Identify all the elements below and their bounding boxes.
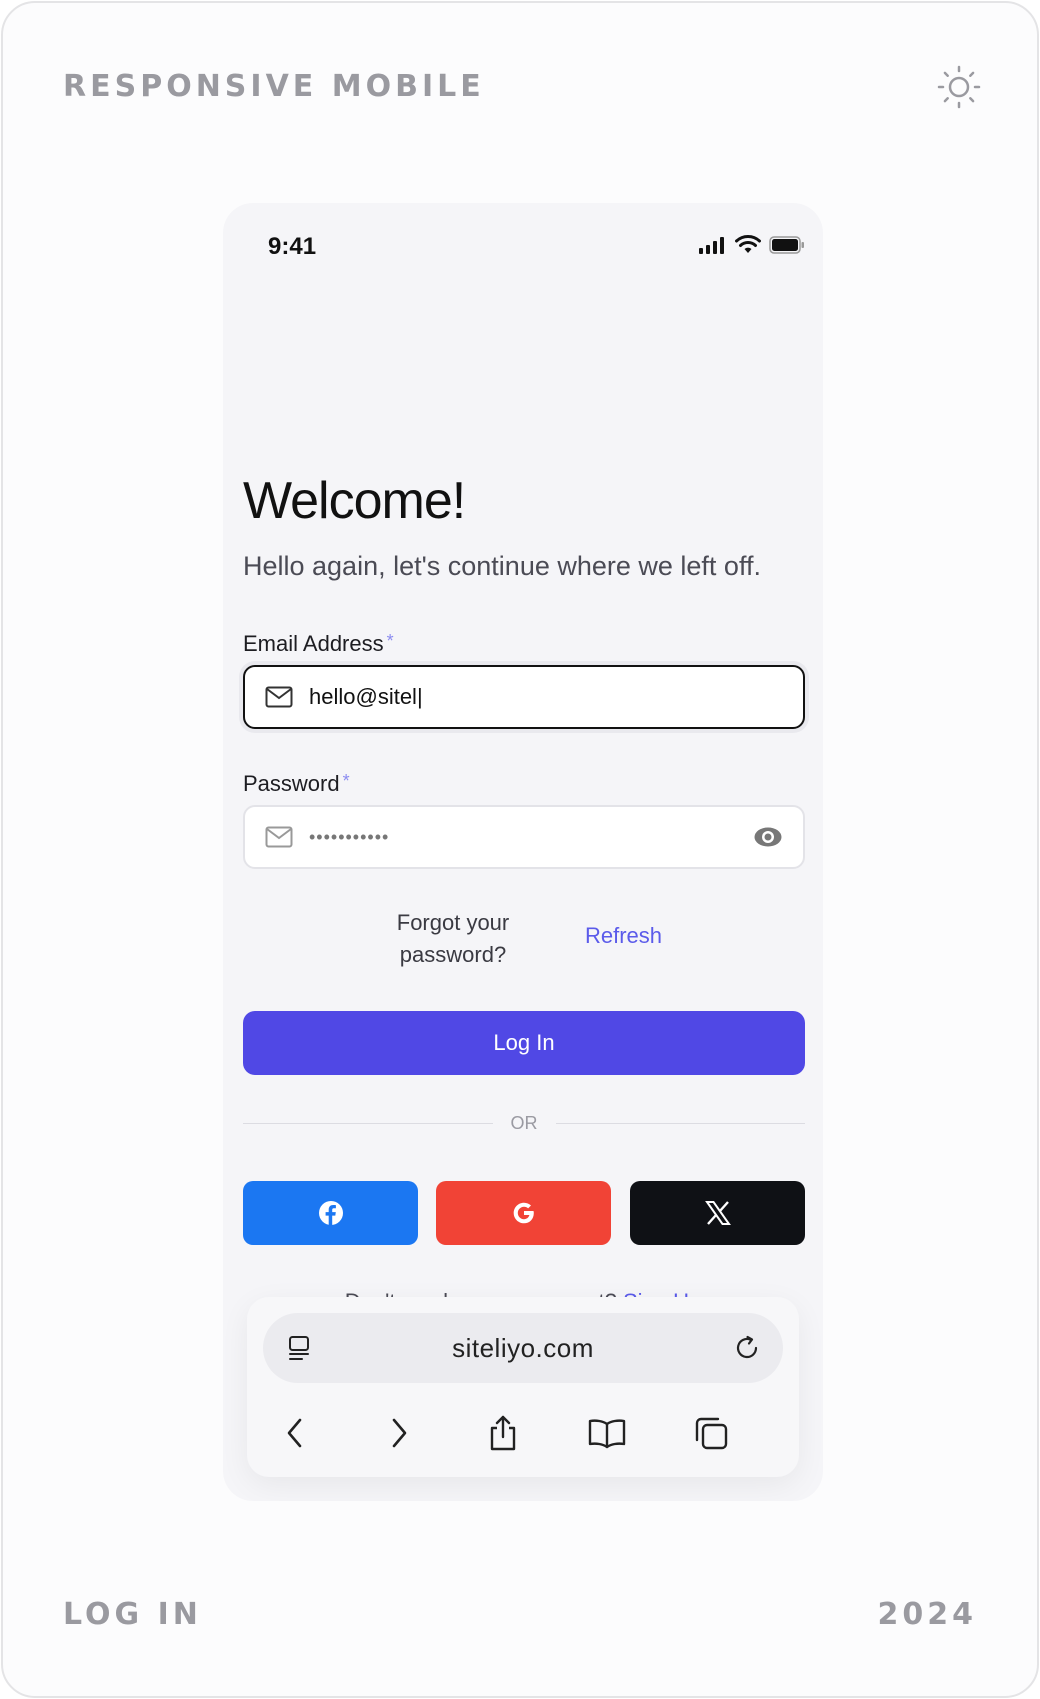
forgot-line-1: Forgot your	[396, 910, 510, 935]
refresh-link[interactable]: Refresh	[585, 923, 662, 949]
google-icon	[513, 1202, 534, 1224]
password-value: •••••••••••	[309, 826, 390, 847]
wifi-icon	[735, 235, 761, 253]
or-divider: OR	[243, 1108, 805, 1138]
cellular-signal-icon	[699, 237, 724, 254]
year-label: 2024	[877, 1597, 977, 1632]
bookmarks-icon	[588, 1419, 626, 1449]
password-field[interactable]: •••••••••••	[243, 805, 805, 869]
forward-icon	[392, 1418, 407, 1448]
page-subtitle: Hello again, let's continue where we lef…	[243, 551, 761, 581]
battery-icon	[769, 236, 804, 254]
x-login-button[interactable]	[630, 1181, 805, 1245]
email-field[interactable]: hello@sitel|	[243, 665, 805, 729]
email-label-text: Email Address	[243, 631, 384, 656]
phone-screen: 9:41 Welcome! Hello again, let's continu…	[223, 203, 823, 1501]
password-label-text: Password	[243, 771, 340, 796]
sun-icon[interactable]	[935, 63, 983, 111]
url-text: siteliyo.com	[452, 1332, 594, 1363]
eye-icon[interactable]	[753, 826, 783, 848]
presentation-card: RESPONSIVE MOBILE LOG IN 2024 9:41 Welco…	[1, 1, 1039, 1698]
screen-name-label: LOG IN	[63, 1597, 202, 1632]
email-value: hello@sitel|	[309, 684, 423, 709]
tabs-button[interactable]	[689, 1411, 733, 1455]
address-bar[interactable]: siteliyo.com	[263, 1313, 783, 1383]
share-button[interactable]	[481, 1411, 525, 1455]
browser-nav-row	[247, 1397, 799, 1467]
forgot-password-text: Forgot your password?	[373, 907, 533, 971]
mail-icon	[265, 826, 293, 848]
facebook-login-button[interactable]	[243, 1181, 418, 1245]
x-logo-icon	[704, 1201, 731, 1225]
tabs-icon	[695, 1417, 728, 1450]
required-mark: *	[386, 631, 394, 651]
back-button[interactable]	[273, 1411, 317, 1455]
page-settings-icon[interactable]	[285, 1334, 313, 1362]
google-login-button[interactable]	[436, 1181, 611, 1245]
page-title: Welcome!	[243, 472, 466, 530]
login-button[interactable]: Log In	[243, 1011, 805, 1075]
reload-icon[interactable]	[733, 1334, 761, 1362]
bookmarks-button[interactable]	[585, 1411, 629, 1455]
back-icon	[287, 1418, 302, 1448]
category-label: RESPONSIVE MOBILE	[63, 69, 485, 104]
email-label: Email Address *	[243, 631, 394, 657]
status-time: 9:41	[268, 233, 317, 260]
status-icons	[699, 235, 805, 255]
forgot-line-2: password?	[399, 942, 507, 967]
facebook-icon	[318, 1201, 343, 1225]
password-label: Password *	[243, 771, 350, 797]
browser-toolbar: siteliyo.com	[247, 1297, 799, 1477]
divider-line	[555, 1122, 805, 1124]
mail-icon	[265, 686, 293, 708]
required-mark: *	[342, 771, 350, 791]
share-icon	[490, 1415, 516, 1451]
forward-button[interactable]	[377, 1411, 421, 1455]
or-text: OR	[510, 1112, 538, 1133]
divider-line	[243, 1122, 493, 1124]
